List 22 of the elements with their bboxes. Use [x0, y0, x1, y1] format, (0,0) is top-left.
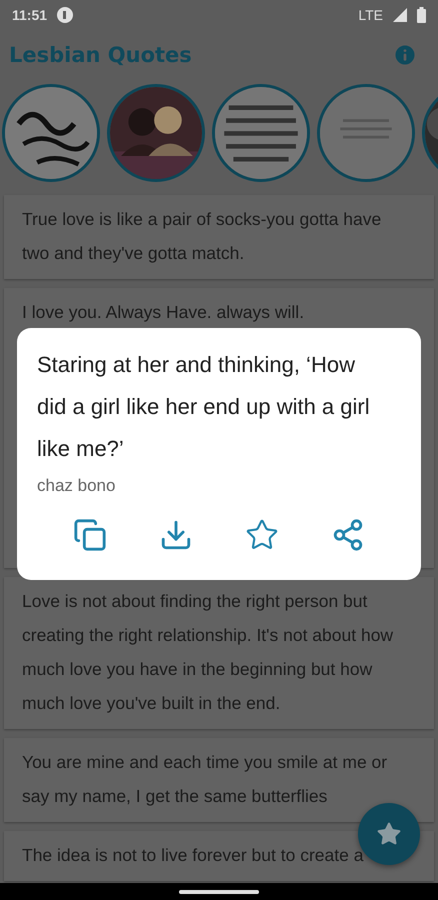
quote-text: Love is not about finding the right person but creating the right relationship. It's not about how much love you have in the beginning but how much love you've built in the end.: [22, 590, 394, 715]
quote-author: chaz bono: [37, 476, 116, 496]
quote-card[interactable]: You are mine and each time you smile at me or say my name, I get the same butterflies: [4, 738, 434, 822]
battery-icon: [417, 7, 426, 23]
dialog-quote: Staring at her and thinking, ‘How did a girl like her end up with a girl like me?’: [37, 351, 371, 463]
quote-card[interactable]: True love is like a pair of socks-you gotta have two and they've gotta match.: [4, 195, 434, 279]
star-icon: [245, 518, 279, 552]
quote-text: You are mine and each time you smile at me or say my name, I get the same butterflies: [22, 751, 388, 808]
quote-text: True love is like a pair of socks-you gotta have two and they've gotta match.: [22, 208, 382, 265]
star-icon: [376, 821, 402, 847]
copy-icon: [73, 518, 107, 552]
status-time: 11:51: [12, 7, 48, 23]
quote-text: The idea is not to live forever but to create a: [22, 844, 364, 867]
signal-icon: [393, 8, 407, 22]
home-handle[interactable]: [179, 890, 259, 894]
quote-text: I love you. Always Have. always will.: [22, 301, 306, 324]
network-label: LTE: [358, 7, 383, 23]
app-title: Lesbian Quotes: [9, 43, 193, 67]
share-icon: [331, 518, 365, 552]
download-icon: [159, 518, 193, 552]
quote-card[interactable]: The idea is not to live forever but to create a: [4, 831, 434, 881]
quote-card[interactable]: Love is not about finding the right person but creating the right relationship. It's not about how much love you have in the beginning but how much love you've built in the end.: [4, 577, 434, 729]
